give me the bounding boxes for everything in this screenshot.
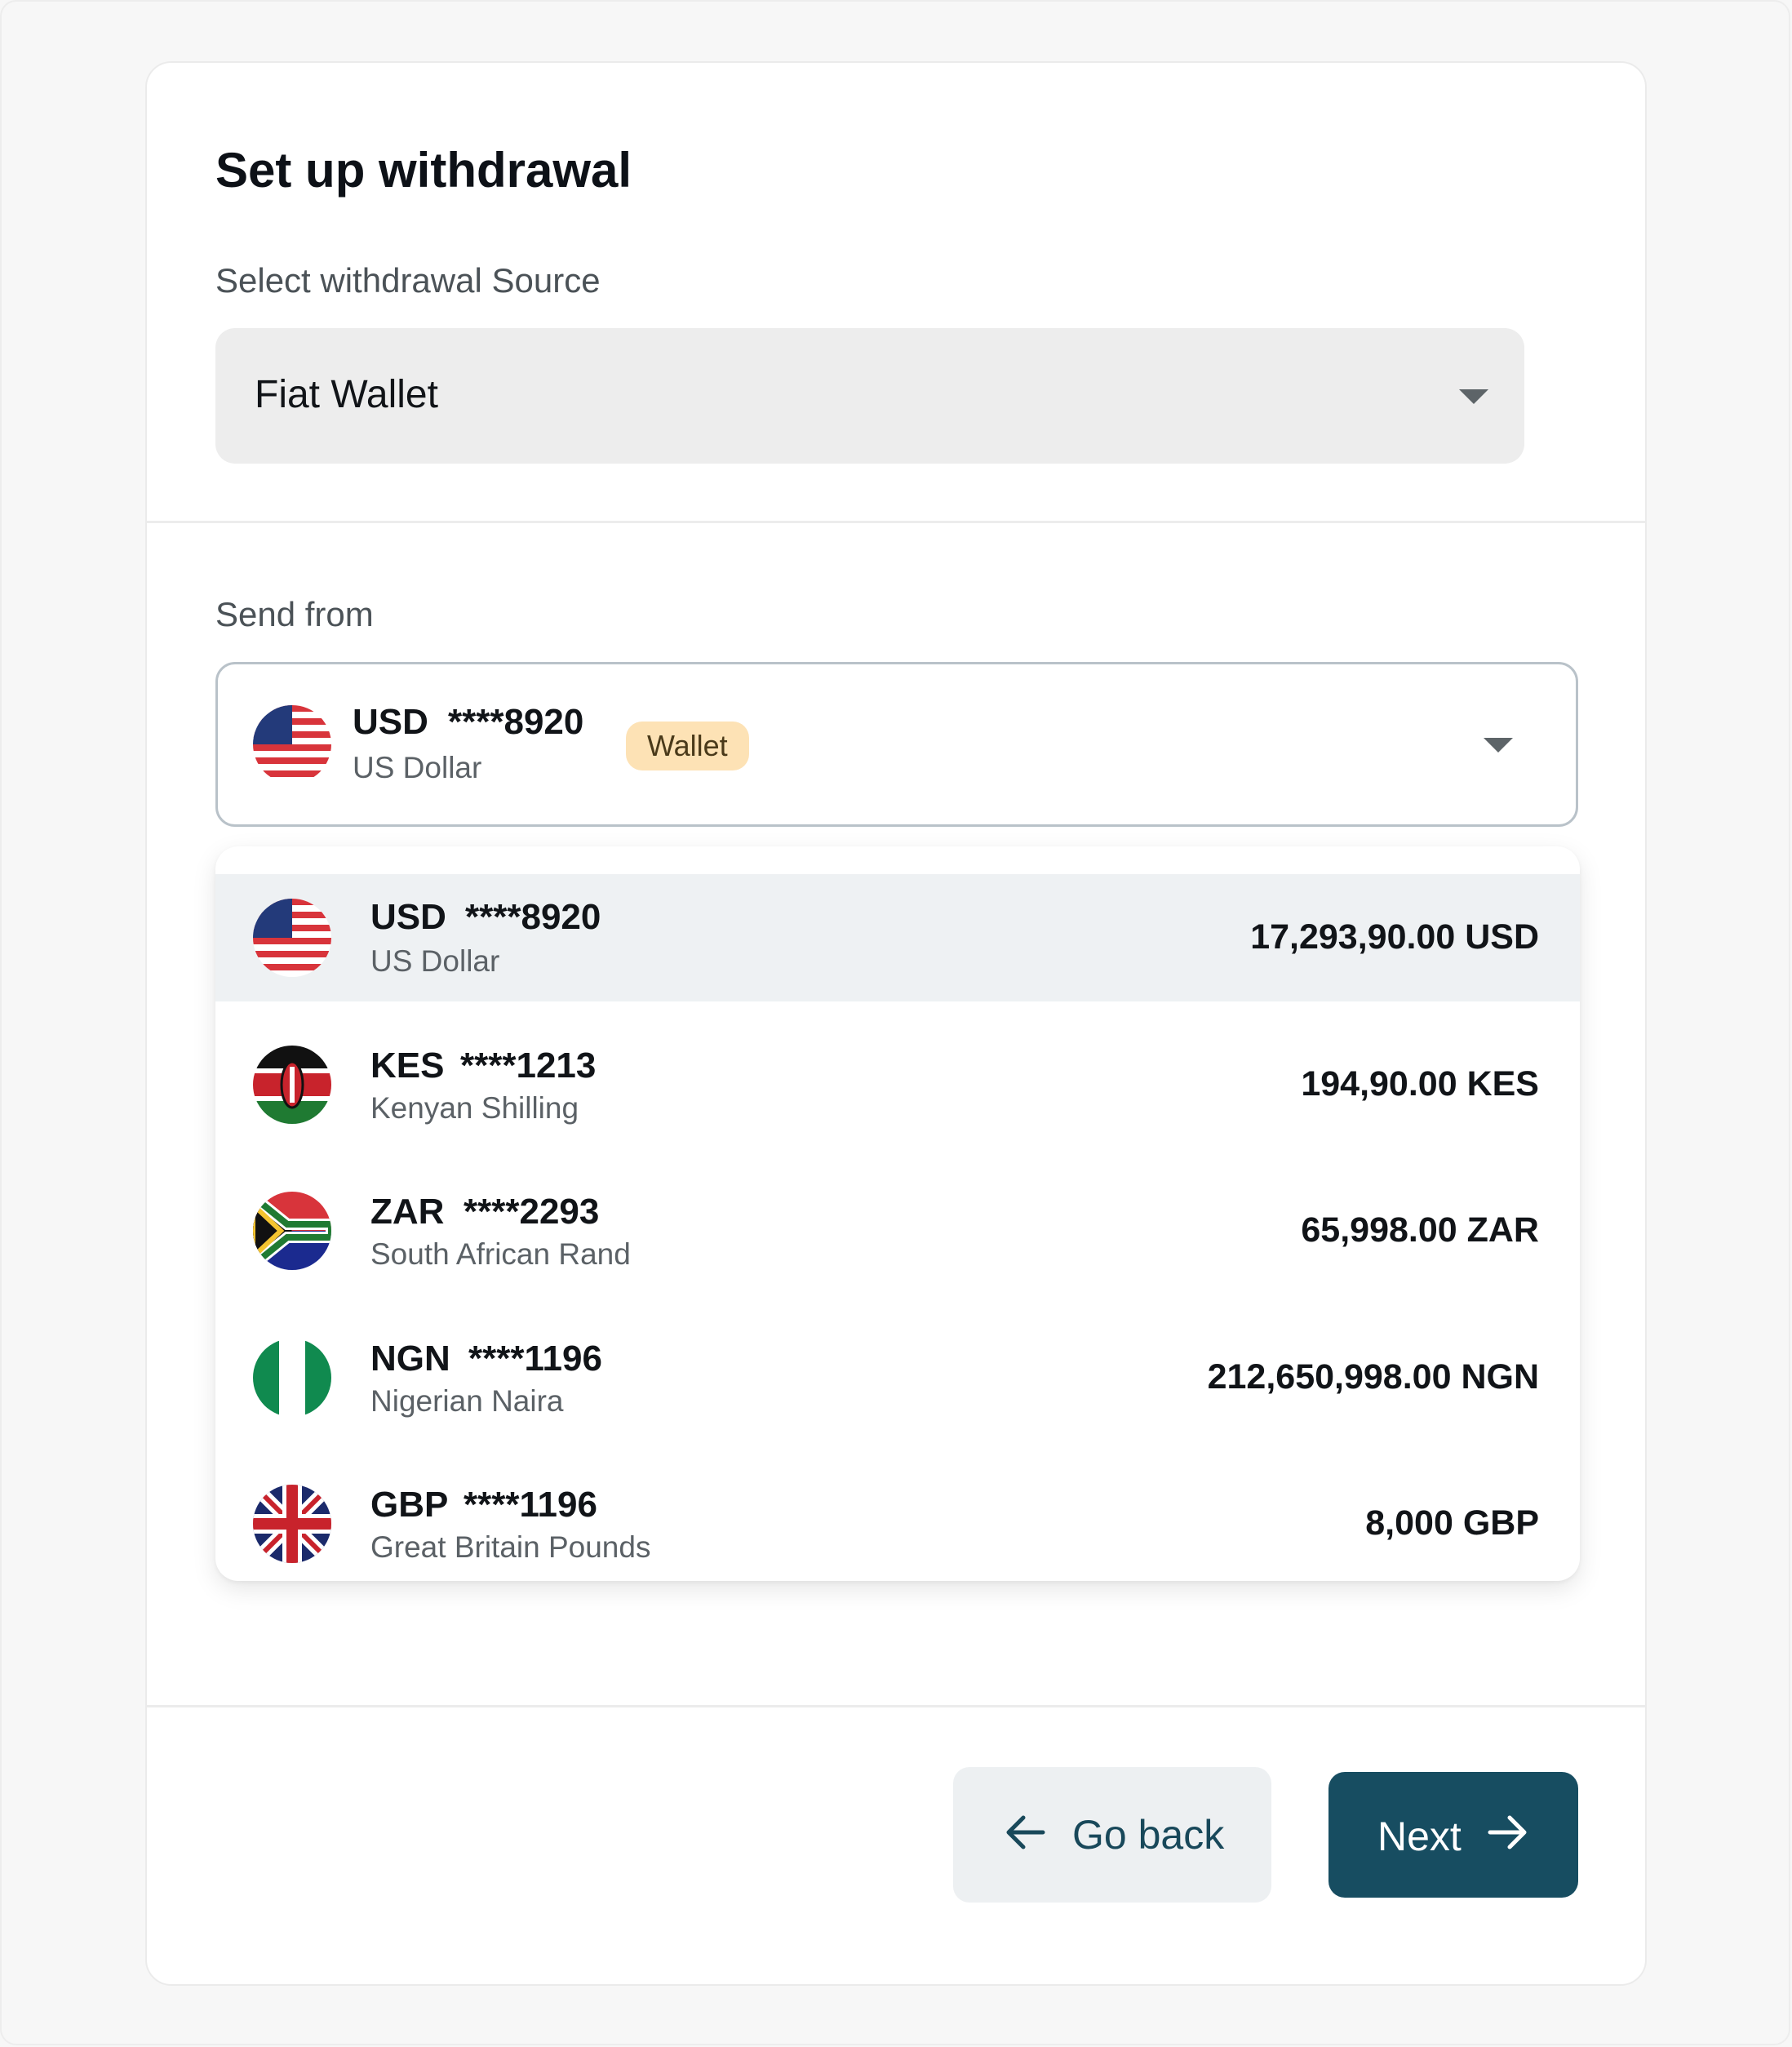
go-back-label: Go back xyxy=(1072,1812,1225,1858)
account-balance: 8,000 GBP xyxy=(1365,1503,1539,1543)
footer-divider xyxy=(147,1705,1645,1707)
currency-name: US Dollar xyxy=(370,944,500,978)
account-balance: 194,90.00 KES xyxy=(1301,1064,1539,1103)
currency-option-usd[interactable]: USD ****8920 US Dollar 17,293,90.00 USD xyxy=(215,874,1580,1001)
send-from-select[interactable]: USD ****8920 US Dollar Wallet xyxy=(215,662,1578,827)
currency-code: GBP xyxy=(370,1485,449,1525)
chevron-down-icon xyxy=(1459,389,1488,404)
source-value: Fiat Wallet xyxy=(255,373,438,416)
currency-option-kes[interactable]: KES ****1213 Kenyan Shilling 194,90.00 K… xyxy=(215,1021,1580,1148)
account-balance: 212,650,998.00 NGN xyxy=(1207,1357,1539,1396)
currency-name: Nigerian Naira xyxy=(370,1384,564,1418)
currency-code: ZAR xyxy=(370,1192,445,1232)
currency-name: South African Rand xyxy=(370,1237,631,1271)
currency-code: USD xyxy=(370,897,446,937)
withdrawal-card: Set up withdrawal Select withdrawal Sour… xyxy=(145,61,1647,1986)
uk-flag-icon xyxy=(253,1485,331,1563)
arrow-right-icon xyxy=(1488,1815,1527,1849)
currency-code: KES xyxy=(370,1046,445,1086)
account-balance: 65,998.00 ZAR xyxy=(1301,1210,1539,1250)
currency-option-zar[interactable]: ZAR ****2293 South African Rand 65,998.0… xyxy=(215,1167,1580,1294)
currency-option-gbp[interactable]: GBP ****1196 Great Britain Pounds 8,000 … xyxy=(215,1460,1580,1581)
account-mask: ****1196 xyxy=(468,1339,602,1379)
selected-currency-name: US Dollar xyxy=(353,751,482,784)
wallet-badge: Wallet xyxy=(626,722,749,770)
currency-code: NGN xyxy=(370,1339,450,1379)
currency-dropdown: USD ****8920 US Dollar 17,293,90.00 USD … xyxy=(215,846,1580,1581)
account-mask: ****1196 xyxy=(464,1485,597,1525)
currency-name: Great Britain Pounds xyxy=(370,1530,651,1564)
south-africa-flag-icon xyxy=(253,1192,331,1270)
page-title: Set up withdrawal xyxy=(215,143,632,198)
withdrawal-source-select[interactable]: Fiat Wallet xyxy=(215,328,1524,464)
account-mask: ****8920 xyxy=(465,897,601,937)
chevron-down-icon xyxy=(1484,738,1513,753)
currency-option-ngn[interactable]: NGN ****1196 Nigerian Naira 212,650,998.… xyxy=(215,1314,1580,1441)
selected-currency-code: USD xyxy=(353,702,428,742)
source-label: Select withdrawal Source xyxy=(215,261,601,300)
arrow-left-icon xyxy=(1006,1815,1045,1849)
send-from-label: Send from xyxy=(215,595,374,633)
nigeria-flag-icon xyxy=(253,1339,331,1417)
us-flag-icon xyxy=(253,899,331,977)
us-flag-icon xyxy=(253,705,331,784)
selected-account-mask: ****8920 xyxy=(448,702,584,742)
next-button[interactable]: Next xyxy=(1328,1772,1578,1898)
account-balance: 17,293,90.00 USD xyxy=(1250,917,1539,957)
currency-name: Kenyan Shilling xyxy=(370,1091,579,1125)
section-divider xyxy=(147,521,1645,523)
account-mask: ****2293 xyxy=(464,1192,600,1232)
go-back-button[interactable]: Go back xyxy=(953,1767,1271,1903)
next-label: Next xyxy=(1377,1814,1462,1859)
kenya-flag-icon xyxy=(253,1046,331,1124)
account-mask: ****1213 xyxy=(460,1046,597,1086)
